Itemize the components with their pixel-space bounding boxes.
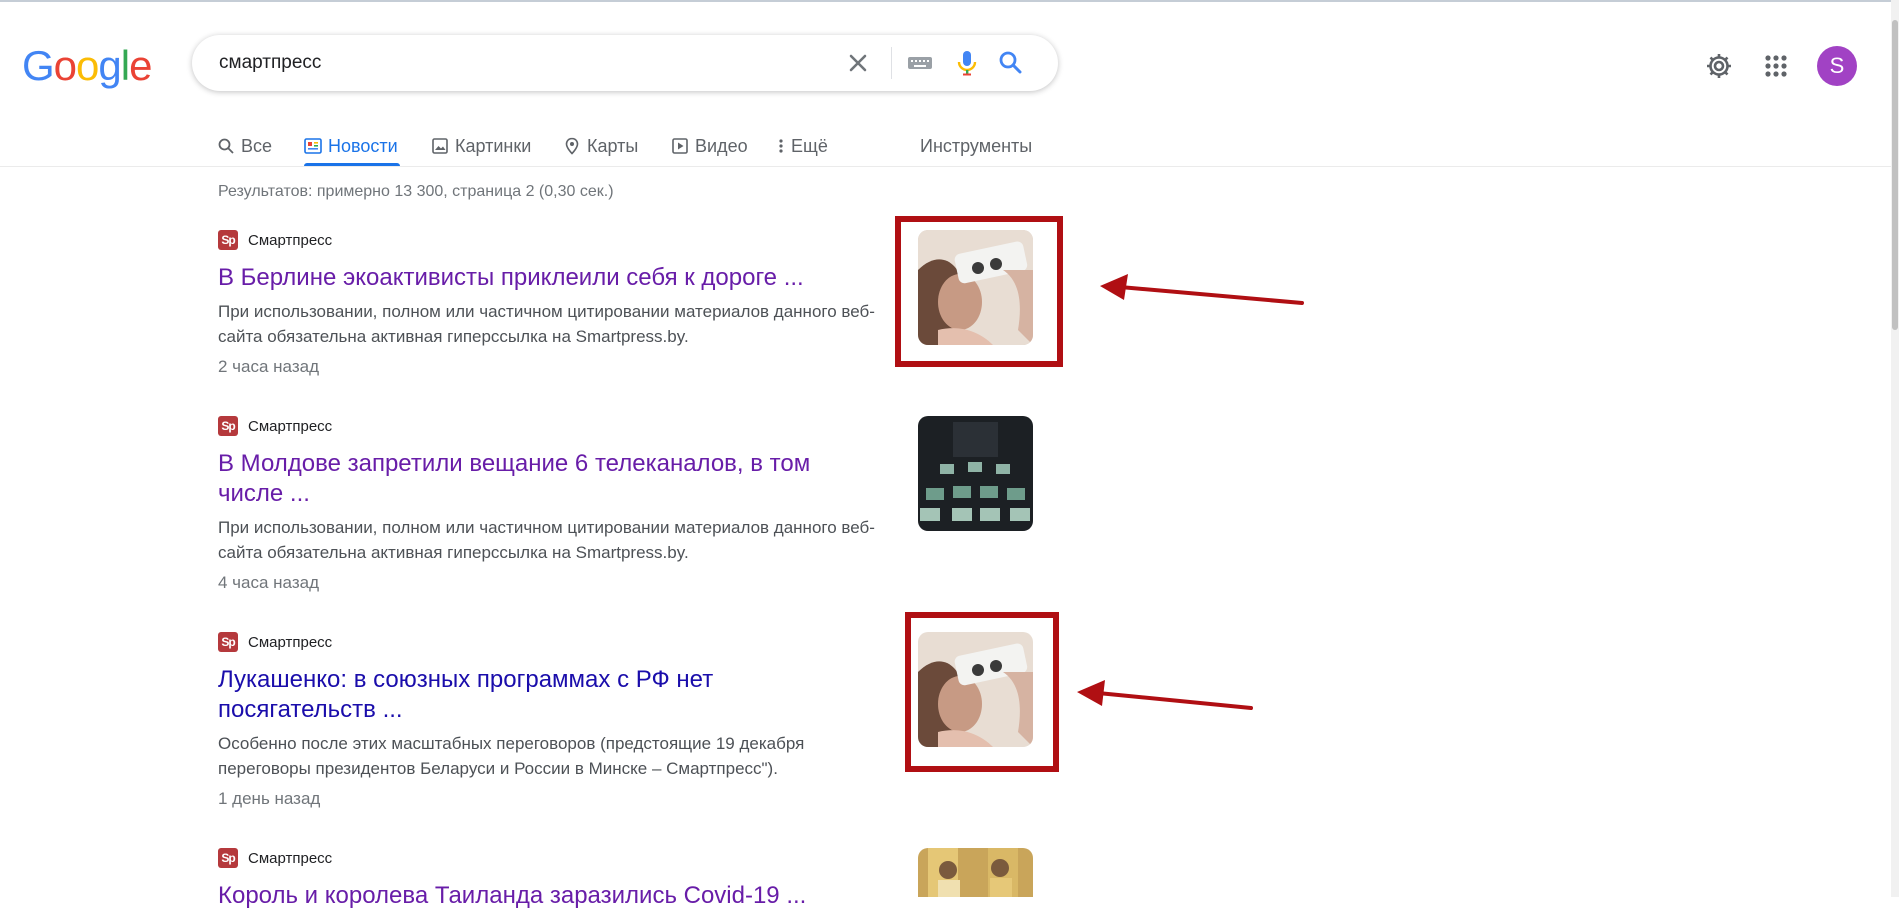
tools-button[interactable]: Инструменты bbox=[920, 126, 1032, 166]
google-apps-button[interactable] bbox=[1760, 50, 1792, 82]
apps-grid-icon bbox=[1765, 55, 1787, 77]
result-title-link[interactable]: Король и королева Таиланда заразились Co… bbox=[218, 881, 898, 911]
news-icon bbox=[304, 138, 322, 154]
result-age: 1 день назад bbox=[218, 789, 321, 808]
google-logo[interactable]: Google bbox=[22, 42, 152, 89]
source-name: Смартпресс bbox=[248, 633, 333, 651]
keyboard-button[interactable] bbox=[904, 47, 936, 79]
news-result: Sp Смартпресс В Молдове запретили вещани… bbox=[218, 415, 898, 593]
logo-letter: l bbox=[120, 42, 130, 89]
annotation-box bbox=[905, 612, 1059, 772]
tab-all[interactable]: Все bbox=[217, 126, 272, 166]
image-icon bbox=[432, 138, 448, 154]
window-top-border bbox=[0, 0, 1899, 2]
tab-images[interactable]: Картинки bbox=[431, 126, 531, 166]
tab-video[interactable]: Видео bbox=[671, 126, 748, 166]
news-result: Sp Смартпресс Лукашенко: в союзных прогр… bbox=[218, 631, 898, 809]
news-result: Sp Смартпресс Король и королева Таиланда… bbox=[218, 847, 898, 911]
voice-search-button[interactable] bbox=[951, 47, 983, 79]
more-vert-icon bbox=[779, 139, 783, 153]
play-icon bbox=[672, 138, 688, 154]
scrollbar-thumb[interactable] bbox=[1892, 20, 1898, 330]
thumbnail-image bbox=[918, 416, 1033, 531]
logo-letter: o bbox=[76, 42, 99, 89]
clear-search-button[interactable] bbox=[842, 47, 874, 79]
result-age: 2 часа назад bbox=[218, 357, 319, 376]
result-thumbnail[interactable] bbox=[918, 848, 1033, 897]
tab-label: Все bbox=[241, 135, 273, 156]
source-name: Смартпресс bbox=[248, 231, 333, 249]
source-name: Смартпресс bbox=[248, 849, 333, 867]
annotation-arrow-icon bbox=[1077, 680, 1253, 710]
source-favicon: Sp bbox=[218, 632, 238, 652]
tab-label: Ещё bbox=[791, 135, 828, 156]
header-divider bbox=[0, 166, 1899, 167]
logo-letter: e bbox=[129, 42, 152, 89]
source-name: Смартпресс bbox=[248, 417, 333, 435]
result-snippet: При использовании, полном или частичном … bbox=[218, 302, 875, 346]
search-box bbox=[192, 35, 1058, 91]
map-pin-icon bbox=[565, 137, 579, 155]
logo-letter: G bbox=[22, 42, 55, 89]
tab-label: Картинки bbox=[455, 135, 532, 156]
tab-more[interactable]: Ещё bbox=[777, 126, 828, 166]
search-input[interactable] bbox=[219, 51, 799, 75]
source-favicon: Sp bbox=[218, 230, 238, 250]
result-snippet: При использовании, полном или частичном … bbox=[218, 518, 875, 562]
result-title-link[interactable]: В Молдове запретили вещание 6 телеканало… bbox=[218, 449, 858, 509]
keyboard-icon bbox=[908, 57, 932, 69]
logo-letter: o bbox=[53, 42, 77, 89]
result-source[interactable]: Sp Смартпресс bbox=[218, 847, 898, 869]
tab-label: Новости bbox=[328, 135, 398, 156]
result-stats: Результатов: примерно 13 300, страница 2… bbox=[218, 183, 614, 200]
search-icon bbox=[999, 51, 1022, 74]
result-age: 4 часа назад bbox=[218, 573, 319, 592]
search-icon bbox=[218, 138, 234, 154]
logo-letter: g bbox=[98, 42, 121, 89]
result-title-link[interactable]: Лукашенко: в союзных программах с РФ нет… bbox=[218, 665, 778, 725]
search-button[interactable] bbox=[994, 47, 1026, 79]
thumbnail-image bbox=[918, 848, 1033, 897]
microphone-icon bbox=[957, 51, 977, 76]
account-avatar[interactable]: S bbox=[1817, 46, 1857, 86]
result-title-link[interactable]: В Берлине экоактивисты приклеили себя к … bbox=[218, 263, 898, 293]
tab-news[interactable]: Новости bbox=[304, 126, 400, 166]
result-snippet: Особенно после этих масштабных переговор… bbox=[218, 734, 805, 778]
result-thumbnail[interactable] bbox=[918, 416, 1033, 531]
tab-label: Видео bbox=[695, 135, 748, 156]
result-source[interactable]: Sp Смартпресс bbox=[218, 415, 898, 437]
gear-icon bbox=[1707, 54, 1731, 78]
result-source[interactable]: Sp Смартпресс bbox=[218, 229, 898, 251]
tab-label: Карты bbox=[587, 135, 639, 156]
result-source[interactable]: Sp Смартпресс bbox=[218, 631, 898, 653]
close-icon bbox=[849, 54, 867, 72]
search-divider bbox=[891, 47, 892, 79]
settings-button[interactable] bbox=[1703, 50, 1735, 82]
annotation-arrow-icon bbox=[1100, 274, 1304, 305]
tab-maps[interactable]: Карты bbox=[563, 126, 638, 166]
news-result: Sp Смартпресс В Берлине экоактивисты при… bbox=[218, 229, 898, 377]
source-favicon: Sp bbox=[218, 416, 238, 436]
source-favicon: Sp bbox=[218, 848, 238, 868]
annotation-box bbox=[895, 216, 1063, 367]
